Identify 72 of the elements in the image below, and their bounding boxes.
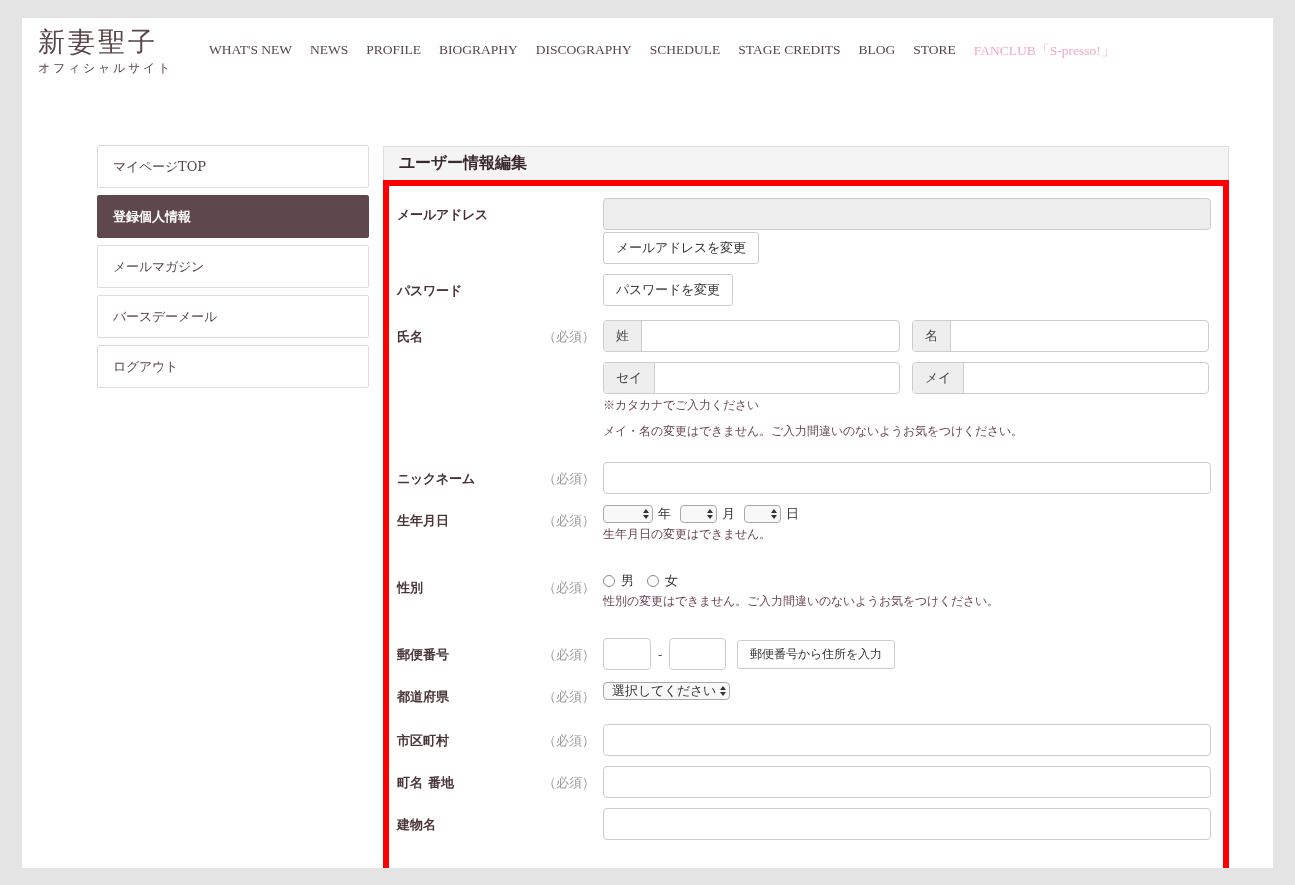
updown-arrow-icon [643, 509, 649, 519]
required-note: （必須） [543, 733, 595, 748]
updown-arrow-icon [771, 509, 777, 519]
updown-arrow-icon [707, 509, 713, 519]
field-label: 生年月日 [397, 512, 450, 530]
field-label: 建物名 [397, 816, 437, 834]
field-label: パスワード [397, 282, 463, 300]
nav-link[interactable]: PROFILE [366, 42, 422, 60]
postal-code-field[interactable] [603, 638, 651, 670]
nav-link[interactable]: DISCOGRAPHY [535, 42, 632, 60]
field-prefix: セイ [604, 363, 655, 393]
field-label: 氏名 [397, 328, 424, 346]
field-label: 郵便番号 [397, 646, 450, 664]
nav-link[interactable]: BIOGRAPHY [439, 42, 518, 60]
date-unit: 日 [786, 505, 799, 523]
field-prefix: メイ [913, 363, 964, 393]
nav-link[interactable]: STAGE CREDITS [738, 42, 841, 60]
nav-link[interactable]: STORE [913, 42, 956, 60]
change-password-button[interactable]: パスワードを変更 [603, 274, 733, 306]
site-subtitle: オフィシャルサイト [38, 60, 173, 77]
nav-link[interactable]: BLOG [858, 42, 896, 60]
sidebar-item[interactable]: メールマガジン [97, 245, 369, 288]
nav-link[interactable]: WHAT'S NEW [209, 42, 293, 60]
name-field[interactable]: メイ [912, 362, 1209, 394]
text-field[interactable] [603, 808, 1211, 840]
required-note: （必須） [543, 329, 595, 344]
required-note: （必須） [543, 689, 595, 704]
radio-label: 男 [621, 572, 634, 590]
text-field[interactable] [603, 724, 1211, 756]
required-note: （必須） [543, 471, 595, 486]
postal-code-field[interactable] [669, 638, 727, 670]
help-text: メイ・名の変更はできません。ご入力間違いのないようお気をつけください。 [603, 424, 1023, 438]
required-note: （必須） [543, 647, 595, 662]
prefecture-dropdown[interactable]: 選択してください [603, 682, 730, 700]
address-lookup-button[interactable]: 郵便番号から住所を入力 [737, 639, 896, 669]
field-label: 町名 番地 [397, 774, 455, 792]
required-note: （必須） [543, 775, 595, 790]
updown-arrow-icon [720, 686, 726, 696]
field-prefix: 姓 [604, 321, 642, 351]
sidebar-item[interactable]: マイページTOP [97, 145, 369, 188]
sidebar-item[interactable]: 登録個人情報 [97, 195, 369, 238]
required-note: （必須） [543, 513, 595, 528]
field-label: ニックネーム [397, 470, 476, 488]
date-dropdown[interactable] [744, 505, 781, 523]
sidebar-item[interactable]: バースデーメール [97, 295, 369, 338]
field-label: メールアドレス [397, 206, 489, 224]
help-text: ※カタカナでご入力ください [603, 398, 759, 412]
sidebar-item[interactable]: ログアウト [97, 345, 369, 388]
section-title: ユーザー情報編集 [383, 146, 1229, 180]
name-field[interactable]: セイ [603, 362, 900, 394]
field-label: 性別 [397, 579, 424, 597]
name-field[interactable]: 名 [912, 320, 1209, 352]
separator: - [658, 646, 663, 662]
field-label: 市区町村 [397, 732, 450, 750]
date-unit: 年 [658, 505, 671, 523]
required-note: （必須） [543, 580, 595, 595]
dropdown-value: 選択してください [612, 682, 716, 700]
field-label: 都道府県 [397, 688, 450, 706]
date-dropdown[interactable] [680, 505, 717, 523]
change-email-button[interactable]: メールアドレスを変更 [603, 232, 759, 264]
radio-label: 女 [665, 572, 678, 590]
nav-link[interactable]: NEWS [310, 42, 349, 60]
help-text: 性別の変更はできません。ご入力間違いのないようお気をつけください。 [603, 594, 999, 608]
help-text: 生年月日の変更はできません。 [603, 527, 771, 541]
site-logo[interactable]: 新妻聖子 [38, 26, 173, 58]
date-unit: 月 [722, 505, 735, 523]
field-prefix: 名 [913, 321, 951, 351]
text-field[interactable] [603, 462, 1211, 494]
date-dropdown[interactable] [603, 505, 653, 523]
text-field[interactable] [603, 766, 1211, 798]
name-field[interactable]: 姓 [603, 320, 900, 352]
nav-link[interactable]: SCHEDULE [649, 42, 721, 60]
